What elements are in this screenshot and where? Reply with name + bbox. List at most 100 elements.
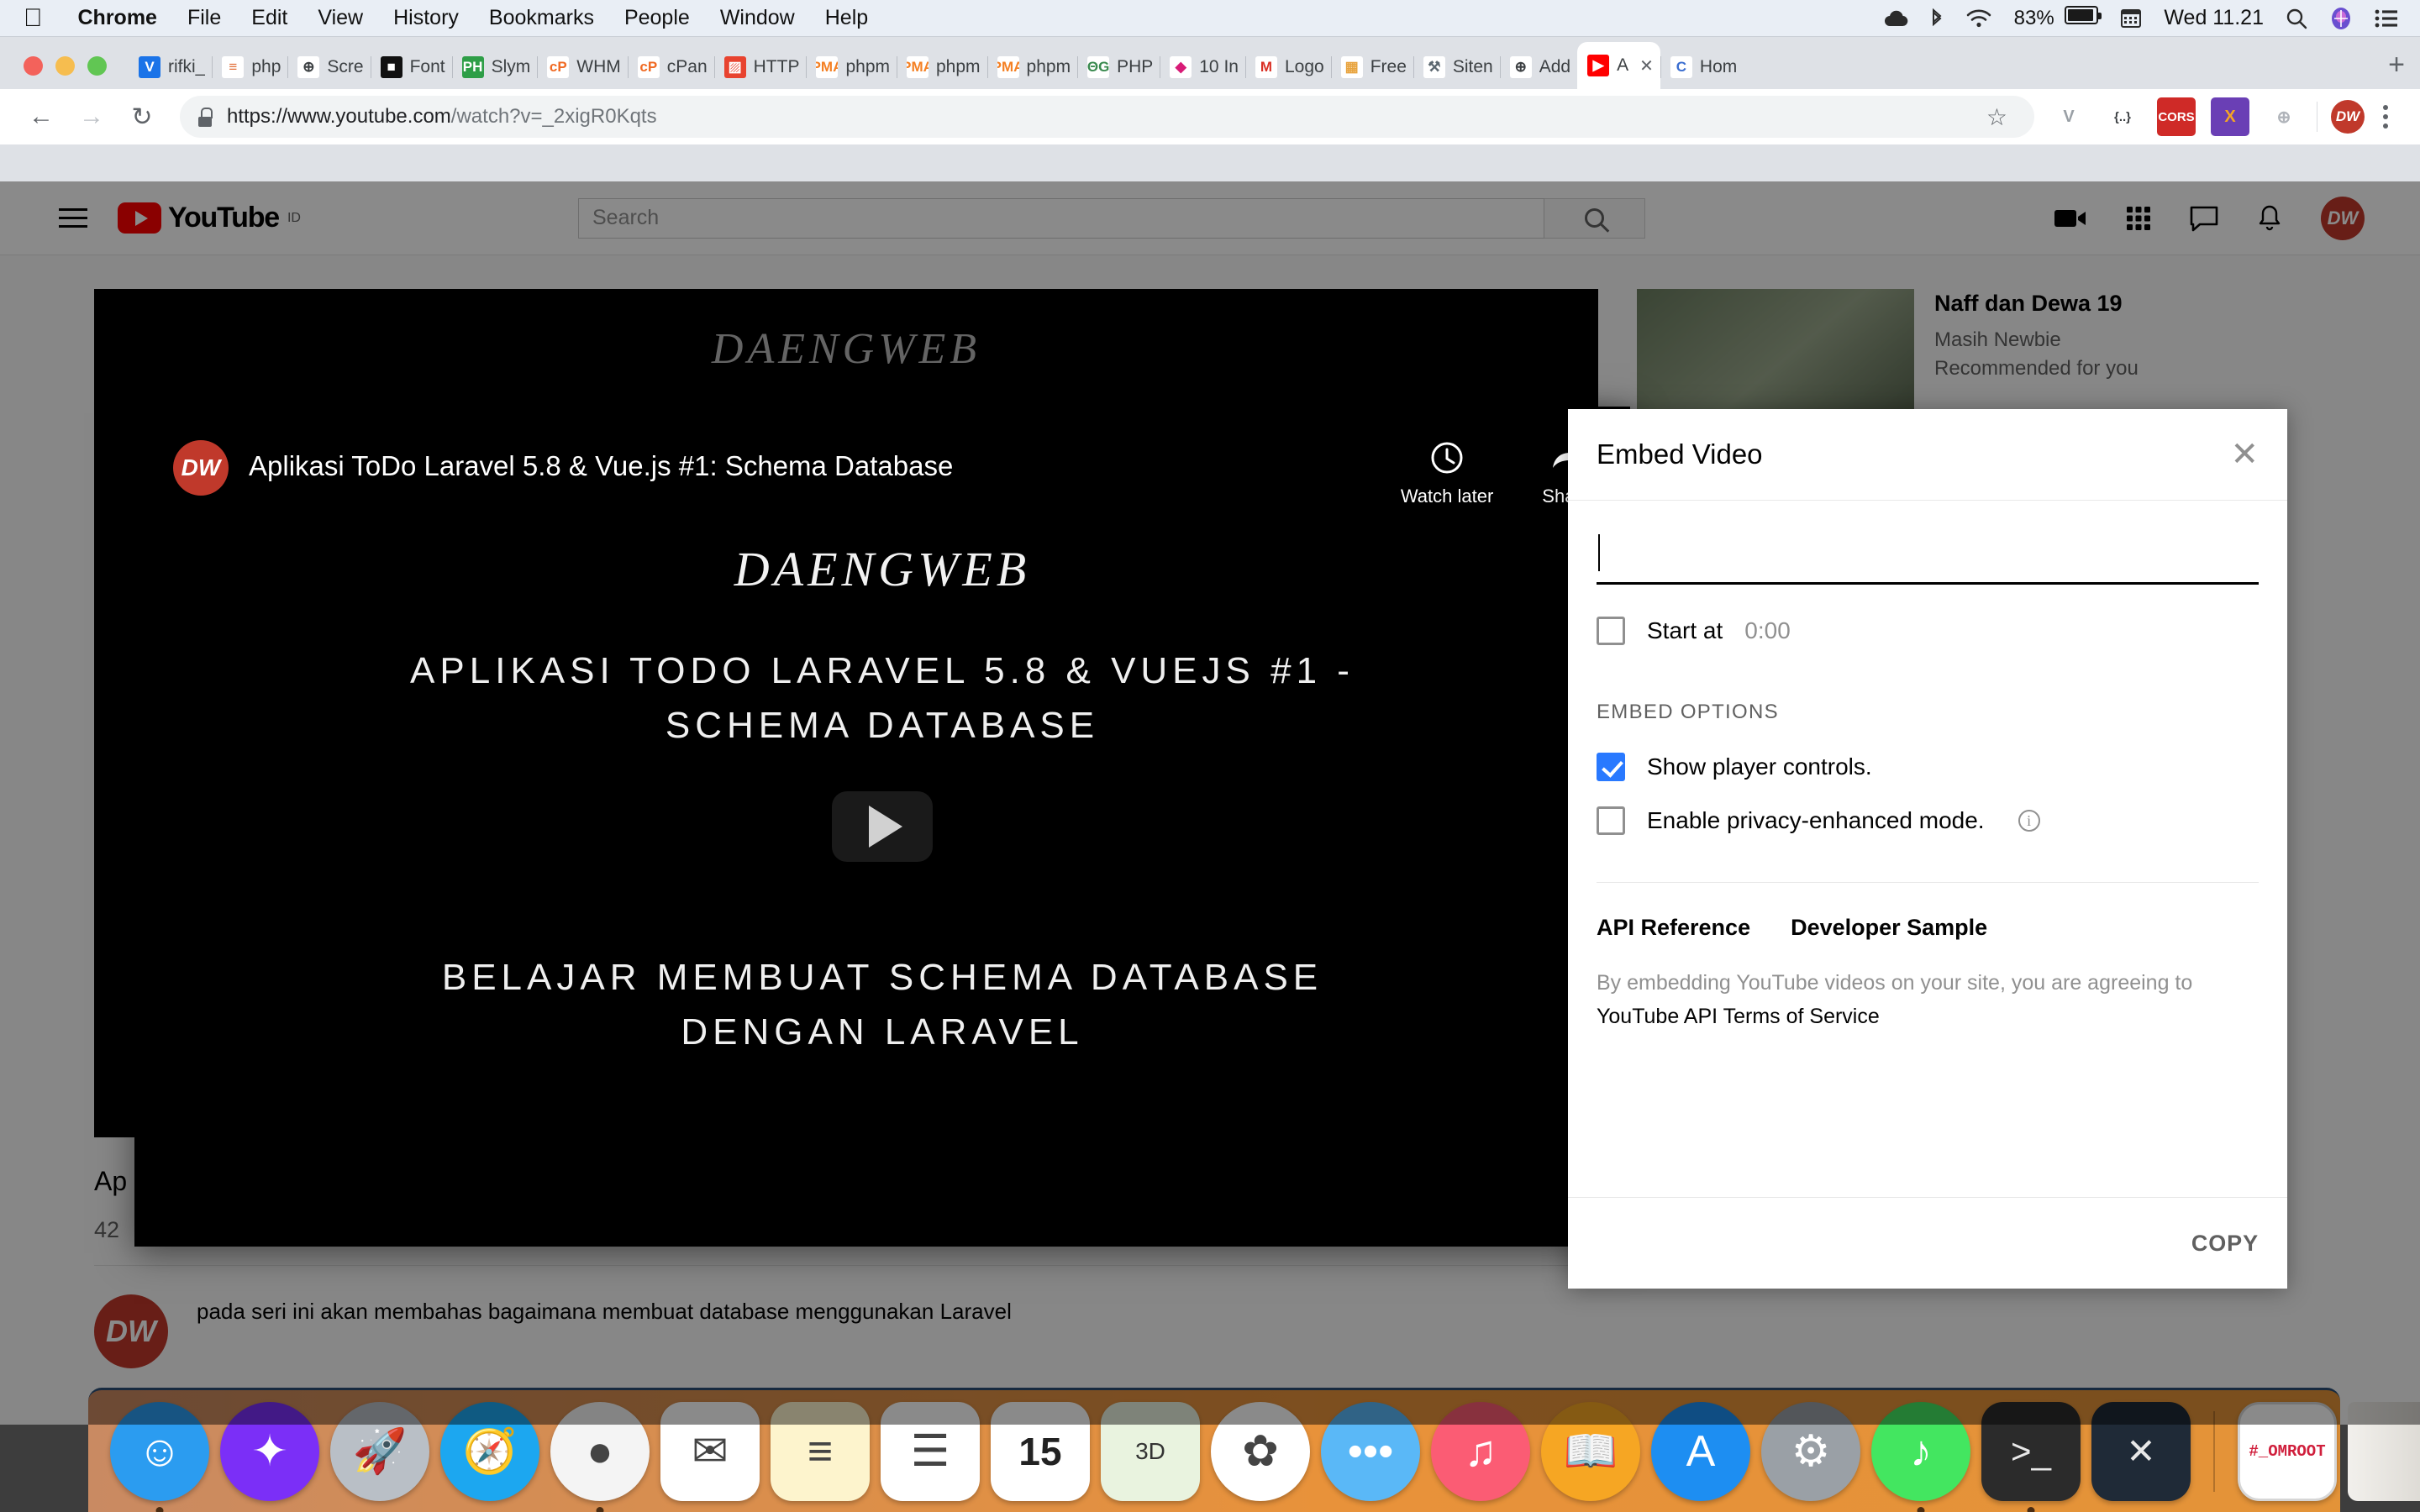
zoom-window-button[interactable] xyxy=(87,56,107,76)
browser-tab-17[interactable]: ▶ A ✕ xyxy=(1577,42,1660,89)
api-reference-link[interactable]: API Reference xyxy=(1597,915,1750,941)
terms-text: By embedding YouTube videos on your site… xyxy=(1597,966,2259,1033)
browser-tab-15[interactable]: ⚒ Siten xyxy=(1413,45,1500,89)
start-at-checkbox[interactable] xyxy=(1597,617,1625,645)
globe-extension[interactable]: ⊕ xyxy=(2265,97,2303,136)
chrome-profile-avatar[interactable]: DW xyxy=(2331,100,2365,134)
json-viewer-extension[interactable]: {..} xyxy=(2103,97,2142,136)
input-source-icon[interactable] xyxy=(2120,8,2142,29)
menu-history[interactable]: History xyxy=(378,6,474,30)
forward-button[interactable]: → xyxy=(69,94,114,139)
developer-sample-link[interactable]: Developer Sample xyxy=(1791,915,1987,941)
address-bar[interactable]: https://www.youtube.com/watch?v=_2xigR0K… xyxy=(180,96,2034,138)
menu-window[interactable]: Window xyxy=(705,6,810,30)
browser-tab-10[interactable]: PMA phpm xyxy=(986,45,1078,89)
close-x-icon[interactable]: ✕ xyxy=(2230,438,2259,471)
browser-tab-3[interactable]: ■ Font xyxy=(370,45,452,89)
dialog-body: Start at 0:00 EMBED OPTIONS Show player … xyxy=(1568,501,2287,1197)
mail-icon: ✉ xyxy=(692,1426,729,1476)
show-player-controls-row[interactable]: Show player controls. xyxy=(1597,753,2259,781)
text-caret xyxy=(1598,534,1600,571)
lock-icon xyxy=(197,107,213,127)
siri-icon[interactable] xyxy=(2329,7,2353,30)
embed-code-input[interactable] xyxy=(1597,531,2259,585)
menu-edit[interactable]: Edit xyxy=(236,6,302,30)
menu-people[interactable]: People xyxy=(609,6,705,30)
cors-extension[interactable]: CORS xyxy=(2157,97,2196,136)
browser-tab-7[interactable]: ▨ HTTP xyxy=(713,45,807,89)
browser-tab-0[interactable]: Vrifki_ xyxy=(129,45,212,89)
menu-view[interactable]: View xyxy=(302,6,378,30)
wifi-icon[interactable] xyxy=(1965,8,1992,29)
player-channel-avatar[interactable]: DW xyxy=(173,440,229,496)
browser-tab-5[interactable]: cP WHM xyxy=(537,45,627,89)
tab-favicon-icon: ■ xyxy=(380,56,402,78)
browser-tab-13[interactable]: M Logo xyxy=(1244,45,1331,89)
browser-tab-14[interactable]: ▦ Free xyxy=(1330,45,1413,89)
video-overlay-brand: DAENGWEB xyxy=(734,542,1031,596)
system-preferences-icon: ⚙ xyxy=(1791,1426,1831,1476)
browser-tab-4[interactable]: PH Slym xyxy=(451,45,538,89)
tab-favicon-icon: PMA xyxy=(907,56,929,78)
cloud-icon[interactable] xyxy=(1883,9,1908,28)
tab-label: HTTP xyxy=(753,57,800,76)
menu-chrome[interactable]: Chrome xyxy=(63,6,172,30)
browser-tab-2[interactable]: ⊕ Scre xyxy=(287,45,370,89)
tab-favicon-icon: PH xyxy=(461,56,484,78)
menubar-clock[interactable]: Wed 11.21 xyxy=(2164,6,2264,30)
player-actions: Watch later Share xyxy=(1401,440,1591,507)
tab-favicon-icon: PMA xyxy=(816,56,839,78)
tab-label: PHP xyxy=(1117,57,1154,76)
reload-button[interactable]: ↻ xyxy=(119,94,165,139)
video-player[interactable]: DW Aplikasi ToDo Laravel 5.8 & Vue.js #1… xyxy=(134,407,1630,1247)
menu-file[interactable]: File xyxy=(172,6,236,30)
tab-label: Hom xyxy=(1699,57,1738,76)
browser-tab-9[interactable]: PMA phpm xyxy=(897,45,987,89)
tab-favicon-icon: cP xyxy=(547,56,570,78)
kebab-menu-icon[interactable] xyxy=(2370,105,2402,129)
battery-percent-label: 83% xyxy=(2013,7,2054,29)
copy-button[interactable]: COPY xyxy=(2191,1231,2259,1257)
tab-label: 10 In xyxy=(1199,57,1239,76)
embed-options-heading: EMBED OPTIONS xyxy=(1597,701,1779,723)
show-player-controls-checkbox[interactable] xyxy=(1597,753,1625,781)
spotlight-search-icon[interactable] xyxy=(2286,8,2307,29)
mac-menu-items:  Chrome File Edit View History Bookmark… xyxy=(0,5,883,31)
close-window-button[interactable] xyxy=(24,56,43,76)
browser-tab-1[interactable]: ≡ php xyxy=(212,45,287,89)
browser-tab-6[interactable]: cP cPan xyxy=(627,45,714,89)
tab-favicon-icon: ▨ xyxy=(723,56,746,78)
start-at-row[interactable]: Start at 0:00 xyxy=(1597,617,2259,645)
start-at-time[interactable]: 0:00 xyxy=(1744,617,1791,644)
vue-devtools-extension[interactable]: V xyxy=(2049,97,2088,136)
play-button-icon[interactable] xyxy=(832,791,933,862)
minimize-window-button[interactable] xyxy=(55,56,75,76)
back-button[interactable]: ← xyxy=(18,94,64,139)
privacy-mode-row[interactable]: Enable privacy-enhanced mode. i xyxy=(1597,806,2259,835)
xmarks-extension[interactable]: X xyxy=(2211,97,2249,136)
new-tab-button[interactable]: + xyxy=(2371,50,2420,89)
bookmark-star-icon[interactable]: ☆ xyxy=(1976,103,2018,131)
terms-of-service-link[interactable]: YouTube API Terms of Service xyxy=(1597,1000,2259,1033)
browser-tab-18[interactable]: C Hom xyxy=(1660,45,1744,89)
bluetooth-icon[interactable] xyxy=(1930,8,1944,29)
launchpad-icon: 🚀 xyxy=(352,1427,408,1476)
menu-bookmarks[interactable]: Bookmarks xyxy=(474,6,609,30)
browser-tab-12[interactable]: ◆ 10 In xyxy=(1160,45,1245,89)
dialog-links: API Reference Developer Sample xyxy=(1597,883,2259,941)
browser-tab-11[interactable]: ΘG PHP xyxy=(1077,45,1160,89)
tab-favicon-icon: ⊕ xyxy=(1509,56,1532,78)
apple-logo-icon[interactable]:  xyxy=(24,5,63,31)
tab-favicon-icon: V xyxy=(139,56,160,78)
browser-tab-8[interactable]: PMA phpm xyxy=(806,45,897,89)
tab-favicon-icon: C xyxy=(1670,56,1692,78)
tab-close-icon[interactable]: ✕ xyxy=(1639,55,1654,76)
menu-help[interactable]: Help xyxy=(810,6,883,30)
notification-center-icon[interactable] xyxy=(2375,9,2398,28)
privacy-mode-checkbox[interactable] xyxy=(1597,806,1625,835)
battery-status[interactable]: 83% xyxy=(2013,6,2102,30)
watch-later-button[interactable]: Watch later xyxy=(1401,440,1493,507)
tab-label: Scre xyxy=(327,57,364,76)
info-circle-icon[interactable]: i xyxy=(2018,810,2040,832)
browser-tab-16[interactable]: ⊕ Add xyxy=(1499,45,1577,89)
